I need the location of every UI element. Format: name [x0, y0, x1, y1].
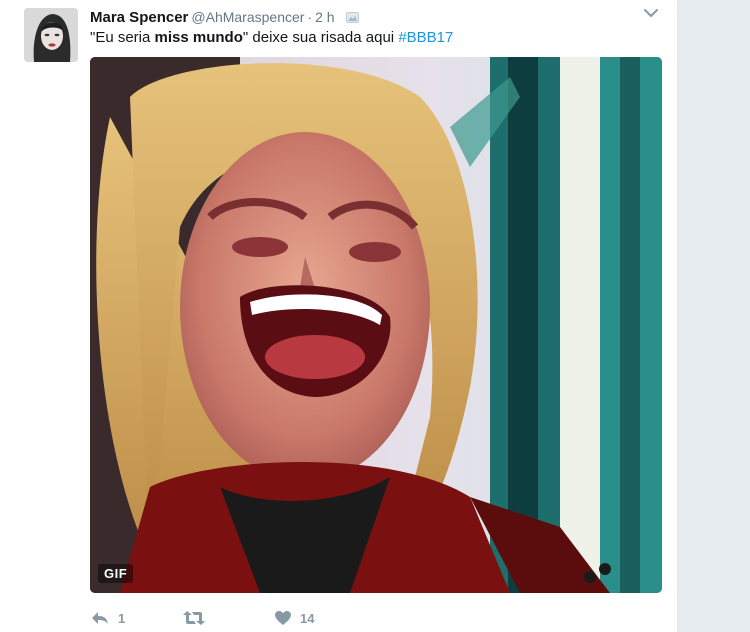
avatar-image: [24, 8, 78, 62]
caret-down-icon[interactable]: [643, 6, 659, 20]
heart-icon: [275, 611, 291, 625]
tweet-header: Mara Spencer @AhMaraspencer · 2 h: [90, 6, 657, 28]
tweet-text: "Eu seria miss mundo" deixe sua risada a…: [90, 28, 453, 48]
gif-image: [90, 57, 662, 593]
tweet-timestamp[interactable]: 2 h: [315, 9, 334, 25]
reply-button[interactable]: 1: [90, 606, 125, 630]
avatar[interactable]: [24, 8, 78, 62]
reply-count: 1: [118, 610, 126, 626]
tweet-text-bold: miss mundo: [154, 29, 243, 46]
like-count: 14: [300, 610, 315, 626]
separator-dot: ·: [307, 9, 313, 25]
media-gif[interactable]: GIF: [90, 57, 662, 593]
retweet-button[interactable]: [182, 606, 214, 630]
tweet-card[interactable]: Mara Spencer @AhMaraspencer · 2 h "Eu seria…: [0, 0, 678, 632]
retweet-icon: [183, 611, 205, 625]
like-button[interactable]: 14: [274, 606, 314, 630]
hashtag-link[interactable]: #BBB17: [398, 29, 453, 46]
media-badge-icon: [345, 12, 359, 23]
tweet-text-close: " deixe sua risada aqui: [242, 29, 399, 46]
gif-badge: GIF: [98, 564, 134, 583]
author-handle[interactable]: @AhMaraspencer: [191, 9, 304, 25]
author-name[interactable]: Mara Spencer: [90, 9, 188, 26]
tweet-text-open: "Eu seria: [90, 29, 155, 46]
reply-icon: [92, 612, 108, 624]
tweet-actions: 1 14: [90, 606, 490, 630]
